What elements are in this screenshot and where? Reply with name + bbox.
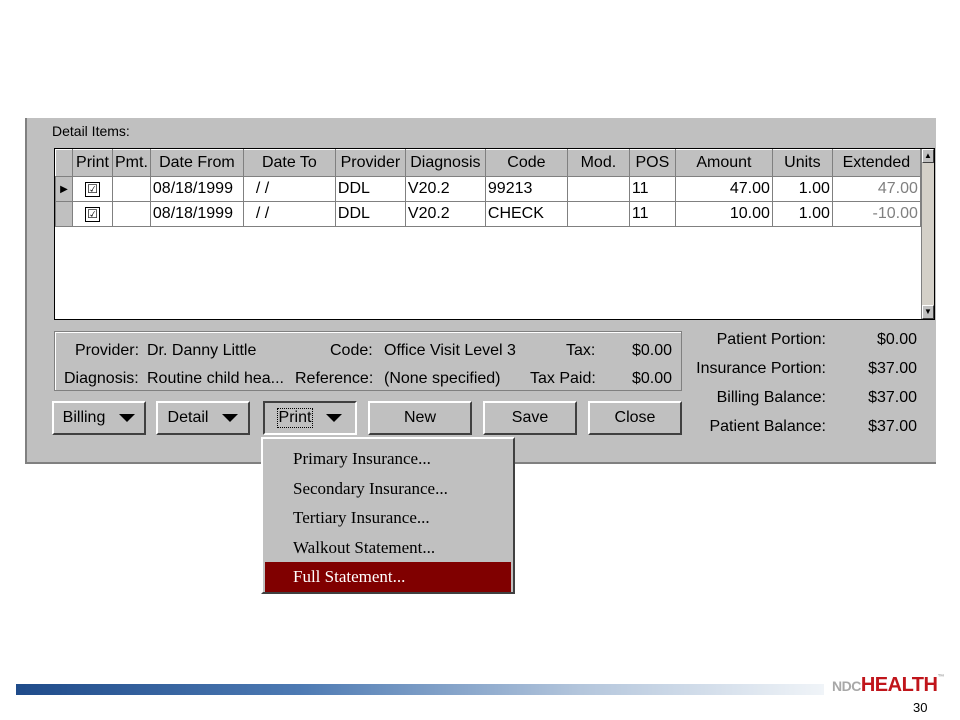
pos-cell[interactable]: 11 (628, 176, 676, 202)
close-button[interactable]: Close (588, 401, 682, 435)
date-from-cell[interactable]: 08/18/1999 (149, 201, 244, 227)
extended-cell: -10.00 (831, 201, 921, 227)
save-button[interactable]: Save (483, 401, 577, 435)
detail-button-label: Detail (167, 409, 209, 426)
amount-cell[interactable]: 47.00 (674, 176, 773, 202)
diagnosis-cell[interactable]: V20.2 (404, 176, 486, 202)
extended-cell: 47.00 (831, 176, 921, 202)
menu-item-tertiary-insurance[interactable]: Tertiary Insurance... (265, 503, 511, 533)
column-header-diagnosis[interactable]: Diagnosis (404, 149, 486, 177)
units-cell[interactable]: 1.00 (771, 201, 833, 227)
provider-cell[interactable]: DDL (334, 201, 406, 227)
provider-cell[interactable]: DDL (334, 176, 406, 202)
column-header-pmt[interactable]: Pmt. (112, 149, 151, 177)
column-header-print[interactable]: Print (72, 149, 113, 177)
checkbox-checked-icon[interactable]: ☑ (85, 207, 100, 222)
table-row[interactable]: ☑ 08/18/1999 / / DDL V20.2 CHECK 11 10.0… (55, 201, 921, 227)
page-number: 30 (913, 700, 928, 715)
detail-info-panel: Provider: Dr. Danny Little Diagnosis: Ro… (54, 331, 682, 391)
tax-value: $0.00 (632, 342, 673, 359)
date-to-cell[interactable]: / / (242, 176, 336, 202)
ndc-health-logo: NDCHEALTH™ (832, 674, 944, 697)
column-header-provider[interactable]: Provider (334, 149, 406, 177)
provider-label: Provider: (75, 342, 140, 359)
detail-items-table: Print Pmt. Date From Date To Provider Di… (55, 149, 921, 227)
patient-portion-label: Patient Portion: (716, 331, 826, 348)
dropdown-arrow-icon (222, 414, 239, 422)
close-button-label: Close (614, 409, 656, 426)
reference-value: (None specified) (384, 370, 501, 387)
checkbox-checked-icon[interactable]: ☑ (85, 182, 100, 197)
provider-value: Dr. Danny Little (147, 342, 257, 359)
column-header-date-from[interactable]: Date From (149, 149, 244, 177)
table-header-row: Print Pmt. Date From Date To Provider Di… (55, 149, 921, 177)
code-cell[interactable]: CHECK (484, 201, 568, 227)
print-checkbox[interactable]: ☑ (72, 176, 113, 202)
column-header-pos[interactable]: POS (628, 149, 676, 177)
logo-main: HEALTH (860, 674, 938, 696)
new-button[interactable]: New (368, 401, 472, 435)
billing-button[interactable]: Billing (52, 401, 146, 435)
column-header-extended[interactable]: Extended (831, 149, 921, 177)
patient-balance-value: $37.00 (868, 418, 917, 435)
units-cell[interactable]: 1.00 (771, 176, 833, 202)
dropdown-arrow-icon (119, 414, 136, 422)
mod-cell[interactable] (566, 201, 630, 227)
date-from-cell[interactable]: 08/18/1999 (149, 176, 244, 202)
reference-label: Reference: (295, 370, 374, 387)
logo-prefix: NDC (832, 678, 861, 694)
billing-button-label: Billing (62, 409, 106, 426)
footer-gradient-bar (16, 684, 824, 695)
menu-item-primary-insurance[interactable]: Primary Insurance... (265, 444, 511, 474)
billing-balance-value: $37.00 (868, 389, 917, 406)
logo-trademark: ™ (937, 674, 945, 681)
pos-cell[interactable]: 11 (628, 201, 676, 227)
patient-balance-label: Patient Balance: (709, 418, 826, 435)
diagnosis-value: Routine child hea... (147, 370, 284, 387)
print-button-label: Print (276, 408, 314, 428)
diagnosis-cell[interactable]: V20.2 (404, 201, 486, 227)
menu-item-full-statement[interactable]: Full Statement... (265, 562, 511, 592)
row-selector[interactable] (55, 201, 73, 227)
new-button-label: New (403, 409, 436, 426)
tax-label: Tax: (566, 342, 596, 359)
menu-item-walkout-statement[interactable]: Walkout Statement... (265, 533, 511, 563)
column-header-amount[interactable]: Amount (674, 149, 773, 177)
amount-cell[interactable]: 10.00 (674, 201, 773, 227)
column-header-date-to[interactable]: Date To (242, 149, 336, 177)
patient-portion-value: $0.00 (876, 331, 917, 348)
row-selector-icon[interactable]: ▶ (55, 176, 73, 202)
print-button[interactable]: Print (263, 401, 357, 435)
pmt-cell[interactable] (112, 176, 151, 202)
table-row[interactable]: ▶ ☑ 08/18/1999 / / DDL V20.2 99213 11 47… (55, 176, 921, 202)
diagnosis-label: Diagnosis: (64, 370, 139, 387)
code-cell[interactable]: 99213 (484, 176, 568, 202)
code-label: Code: (330, 342, 373, 359)
menu-item-secondary-insurance[interactable]: Secondary Insurance... (265, 474, 511, 504)
date-to-cell[interactable]: / / (242, 201, 336, 227)
mod-cell[interactable] (566, 176, 630, 202)
row-selector-header (55, 149, 73, 177)
column-header-code[interactable]: Code (484, 149, 568, 177)
scroll-down-icon[interactable]: ▼ (922, 305, 934, 319)
tax-paid-value: $0.00 (632, 370, 673, 387)
insurance-portion-value: $37.00 (868, 360, 917, 377)
dropdown-arrow-icon (326, 414, 343, 422)
detail-items-grid[interactable]: Print Pmt. Date From Date To Provider Di… (54, 148, 935, 320)
detail-button[interactable]: Detail (156, 401, 250, 435)
column-header-mod[interactable]: Mod. (566, 149, 630, 177)
tax-paid-label: Tax Paid: (530, 370, 596, 387)
billing-balance-label: Billing Balance: (716, 389, 826, 406)
pmt-cell[interactable] (112, 201, 151, 227)
column-header-units[interactable]: Units (771, 149, 833, 177)
vertical-scrollbar[interactable]: ▲ ▼ (921, 149, 934, 319)
save-button-label: Save (511, 409, 549, 426)
code-value: Office Visit Level 3 (384, 342, 516, 359)
billing-detail-window: Detail Items: Print Pmt. Date From Date … (25, 118, 936, 464)
print-dropdown-menu: Primary Insurance... Secondary Insurance… (261, 437, 515, 594)
detail-items-label: Detail Items: (52, 123, 130, 139)
scroll-up-icon[interactable]: ▲ (922, 149, 934, 163)
print-checkbox[interactable]: ☑ (72, 201, 113, 227)
insurance-portion-label: Insurance Portion: (696, 360, 826, 377)
